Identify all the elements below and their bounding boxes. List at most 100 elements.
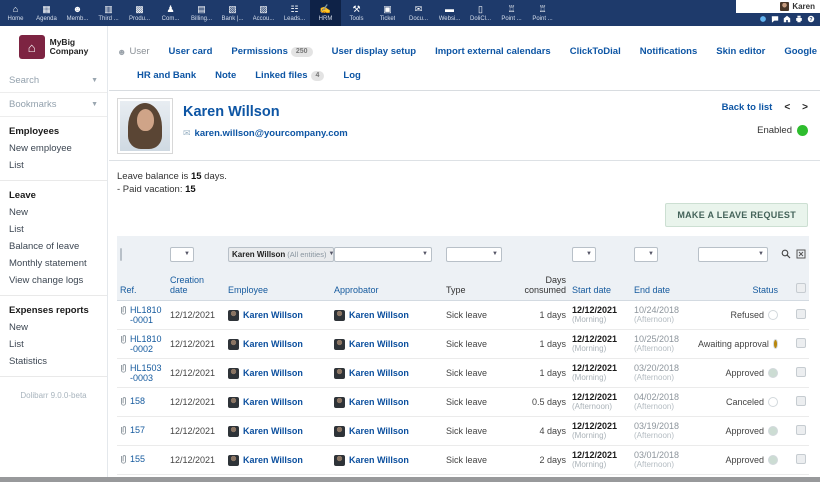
bookmarks-dropdown[interactable]: Bookmarks ▼ <box>0 93 107 117</box>
tab[interactable]: Note <box>215 70 236 81</box>
end-date-filter[interactable]: ▼ <box>634 247 658 262</box>
tab[interactable]: Linked files 4 <box>255 70 324 81</box>
tab[interactable]: Log <box>343 70 360 81</box>
creation-date-filter[interactable]: ▼ <box>170 247 194 262</box>
prev-record-button[interactable]: < <box>784 102 790 113</box>
start-date-filter[interactable]: ▼ <box>572 247 596 262</box>
col-employee[interactable]: Employee <box>225 272 331 301</box>
approbator-link[interactable]: Karen Willson <box>349 455 409 465</box>
employee-link[interactable]: Karen Willson <box>243 310 303 320</box>
col-approbator[interactable]: Approbator <box>331 272 443 301</box>
sidebar-menu-link[interactable]: New employee <box>0 140 107 157</box>
top-menu-item[interactable]: ▣ Ticket <box>372 0 403 26</box>
top-menu-item[interactable]: ☷ Leads... <box>279 0 310 26</box>
status-filter-select[interactable]: ▼ <box>698 247 768 262</box>
tab[interactable]: User card <box>169 46 213 57</box>
approbator-link[interactable]: Karen Willson <box>349 397 409 407</box>
clear-filters-icon[interactable] <box>796 249 806 259</box>
employee-link[interactable]: Karen Willson <box>243 339 303 349</box>
top-menu-item[interactable]: ✍ HRM <box>310 0 341 26</box>
tab[interactable]: Google setup <box>784 46 820 57</box>
sidebar-menu-link[interactable]: List <box>0 221 107 238</box>
email-link[interactable]: karen.willson@yourcompany.com <box>195 128 348 139</box>
col-start-date[interactable]: Start date <box>569 272 631 301</box>
chat-icon[interactable] <box>771 15 779 23</box>
notification-dot-icon[interactable] <box>759 15 767 23</box>
top-menu-item[interactable]: ▧ Bank |... <box>217 0 248 26</box>
sidebar-menu-link[interactable]: New <box>0 204 107 221</box>
sidebar-menu-link[interactable]: List <box>0 157 107 174</box>
ref-link[interactable]: 158 <box>130 396 145 406</box>
help-icon[interactable]: ? <box>807 15 815 23</box>
top-menu-item[interactable]: ✉ Docu... <box>403 0 434 26</box>
ref-link[interactable]: HL1810-0002 <box>130 334 164 354</box>
back-to-list-link[interactable]: Back to list <box>722 102 773 113</box>
employee-filter-select[interactable]: Karen Willson (All entities) ▼ <box>228 247 334 262</box>
sidebar-menu-link[interactable]: View change logs <box>0 272 107 289</box>
top-menu-item[interactable]: ⚒ Tools <box>341 0 372 26</box>
app-version: Dolibarr 9.0.0-beta <box>0 391 107 400</box>
logged-user[interactable]: Karen <box>736 0 820 13</box>
employee-link[interactable]: Karen Willson <box>243 455 303 465</box>
ref-link[interactable]: 157 <box>130 425 145 435</box>
top-menu-item[interactable]: ☻ Memb... <box>62 0 93 26</box>
col-creation-date[interactable]: Creation date <box>167 272 225 301</box>
row-checkbox[interactable] <box>796 454 806 464</box>
employee-link[interactable]: Karen Willson <box>243 426 303 436</box>
top-menu-item[interactable]: ▯ DoliCl... <box>465 0 496 26</box>
sidebar-menu-link[interactable]: New <box>0 319 107 336</box>
top-menu-item[interactable]: ♖ Point ... <box>496 0 527 26</box>
ref-filter-input[interactable] <box>120 248 122 261</box>
ref-link[interactable]: HL1503-0003 <box>130 363 164 383</box>
top-menu-item[interactable]: ▤ Billing... <box>186 0 217 26</box>
approbator-link[interactable]: Karen Willson <box>349 310 409 320</box>
row-checkbox[interactable] <box>796 425 806 435</box>
employee-link[interactable]: Karen Willson <box>243 397 303 407</box>
tab[interactable]: Skin editor <box>716 46 765 57</box>
search-icon[interactable] <box>781 249 791 259</box>
col-end-date[interactable]: End date <box>631 272 695 301</box>
row-checkbox[interactable] <box>796 396 806 406</box>
top-menu-item[interactable]: ⌂ Home <box>0 0 31 26</box>
table-row: HL1503-0003 12/12/2021 Karen Willson <box>117 359 809 388</box>
col-status[interactable]: Status <box>695 272 781 301</box>
row-checkbox[interactable] <box>796 367 806 377</box>
tab[interactable]: Permissions 250 <box>231 46 312 57</box>
next-record-button[interactable]: > <box>802 102 808 113</box>
sidebar-menu-link[interactable]: Balance of leave <box>0 238 107 255</box>
tab[interactable]: ClickToDial <box>570 46 621 57</box>
sidebar-menu-link[interactable]: Monthly statement <box>0 255 107 272</box>
tab[interactable]: HR and Bank <box>137 70 196 81</box>
ref-link[interactable]: 155 <box>130 454 145 464</box>
approbator-link[interactable]: Karen Willson <box>349 339 409 349</box>
ref-link[interactable]: HL1810-0001 <box>130 305 164 325</box>
sidebar-menu-link[interactable]: Statistics <box>0 353 107 370</box>
top-menu-item[interactable]: ▦ Agenda <box>31 0 62 26</box>
top-menu-item[interactable]: ▥ Third ... <box>93 0 124 26</box>
top-menu-item[interactable]: ♟ Com... <box>155 0 186 26</box>
top-menu-item[interactable]: ▩ Produ... <box>124 0 155 26</box>
approbator-filter-select[interactable]: ▼ <box>334 247 432 262</box>
approbator-link[interactable]: Karen Willson <box>349 368 409 378</box>
sidebar-menu-link[interactable]: List <box>0 336 107 353</box>
employee-link[interactable]: Karen Willson <box>243 368 303 378</box>
home-icon[interactable] <box>783 15 791 23</box>
tab[interactable]: Notifications <box>640 46 698 57</box>
tab[interactable]: User display setup <box>332 46 416 57</box>
top-menu-item[interactable]: ▬ Websi... <box>434 0 465 26</box>
top-menu-item[interactable]: ▨ Accou... <box>248 0 279 26</box>
top-menu-item[interactable]: ♖ Point ... <box>527 0 558 26</box>
select-all-checkbox[interactable] <box>796 283 806 293</box>
approbator-link[interactable]: Karen Willson <box>349 426 409 436</box>
row-checkbox[interactable] <box>796 338 806 348</box>
make-leave-request-button[interactable]: MAKE A LEAVE REQUEST <box>665 203 808 227</box>
search-dropdown[interactable]: Search ▼ <box>0 69 107 93</box>
menu-section-employees: Employees New employeeList <box>0 117 107 181</box>
row-checkbox[interactable] <box>796 309 806 319</box>
col-ref[interactable]: Ref. <box>117 272 167 301</box>
company-logo[interactable]: ⌂ MyBig Company <box>0 26 107 69</box>
printer-icon[interactable] <box>795 15 803 23</box>
type-filter-select[interactable]: ▼ <box>446 247 502 262</box>
menu-section-title: Employees <box>0 121 107 140</box>
tab[interactable]: Import external calendars <box>435 46 551 57</box>
